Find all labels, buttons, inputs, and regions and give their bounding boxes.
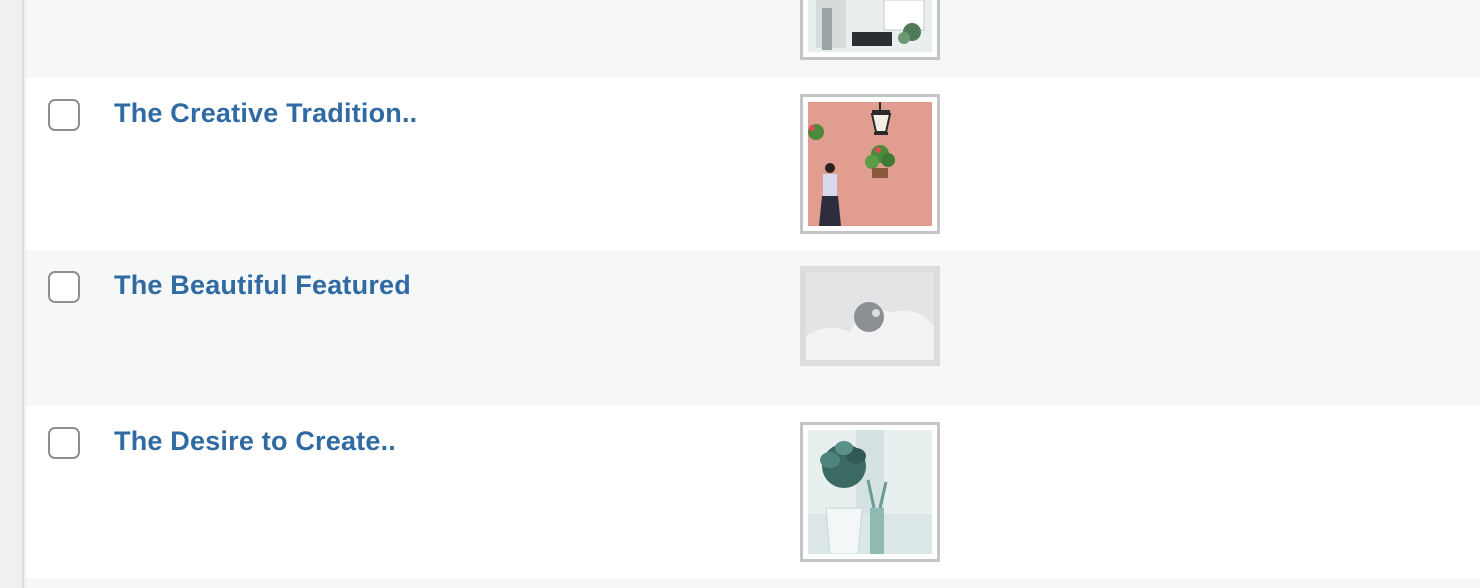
row-checkbox[interactable] xyxy=(48,99,80,131)
desk-office-thumbnail-icon xyxy=(808,0,932,52)
row-checkbox[interactable] xyxy=(48,271,80,303)
admin-sidebar-edge xyxy=(0,0,24,588)
table-row xyxy=(26,578,1480,588)
post-thumbnail[interactable] xyxy=(800,422,940,562)
table-row: The Creative Tradition.. xyxy=(26,78,1480,250)
row-checkbox[interactable] xyxy=(48,427,80,459)
table-row xyxy=(26,0,1480,78)
potted-plant-thumbnail-icon xyxy=(808,430,932,554)
posts-list: The Creative Tradition.. The Beautiful F… xyxy=(26,0,1480,588)
post-thumbnail[interactable] xyxy=(800,94,940,234)
image-placeholder-icon xyxy=(800,266,940,366)
post-title-link[interactable]: The Beautiful Featured xyxy=(114,270,411,301)
table-row: The Beautiful Featured xyxy=(26,250,1480,406)
post-thumbnail-placeholder[interactable] xyxy=(800,266,940,366)
woman-pink-wall-thumbnail-icon xyxy=(808,102,932,226)
post-title-link[interactable]: The Creative Tradition.. xyxy=(114,98,417,129)
post-title-link[interactable]: The Desire to Create.. xyxy=(114,426,396,457)
table-row: The Desire to Create.. xyxy=(26,406,1480,578)
post-thumbnail[interactable] xyxy=(800,0,940,60)
